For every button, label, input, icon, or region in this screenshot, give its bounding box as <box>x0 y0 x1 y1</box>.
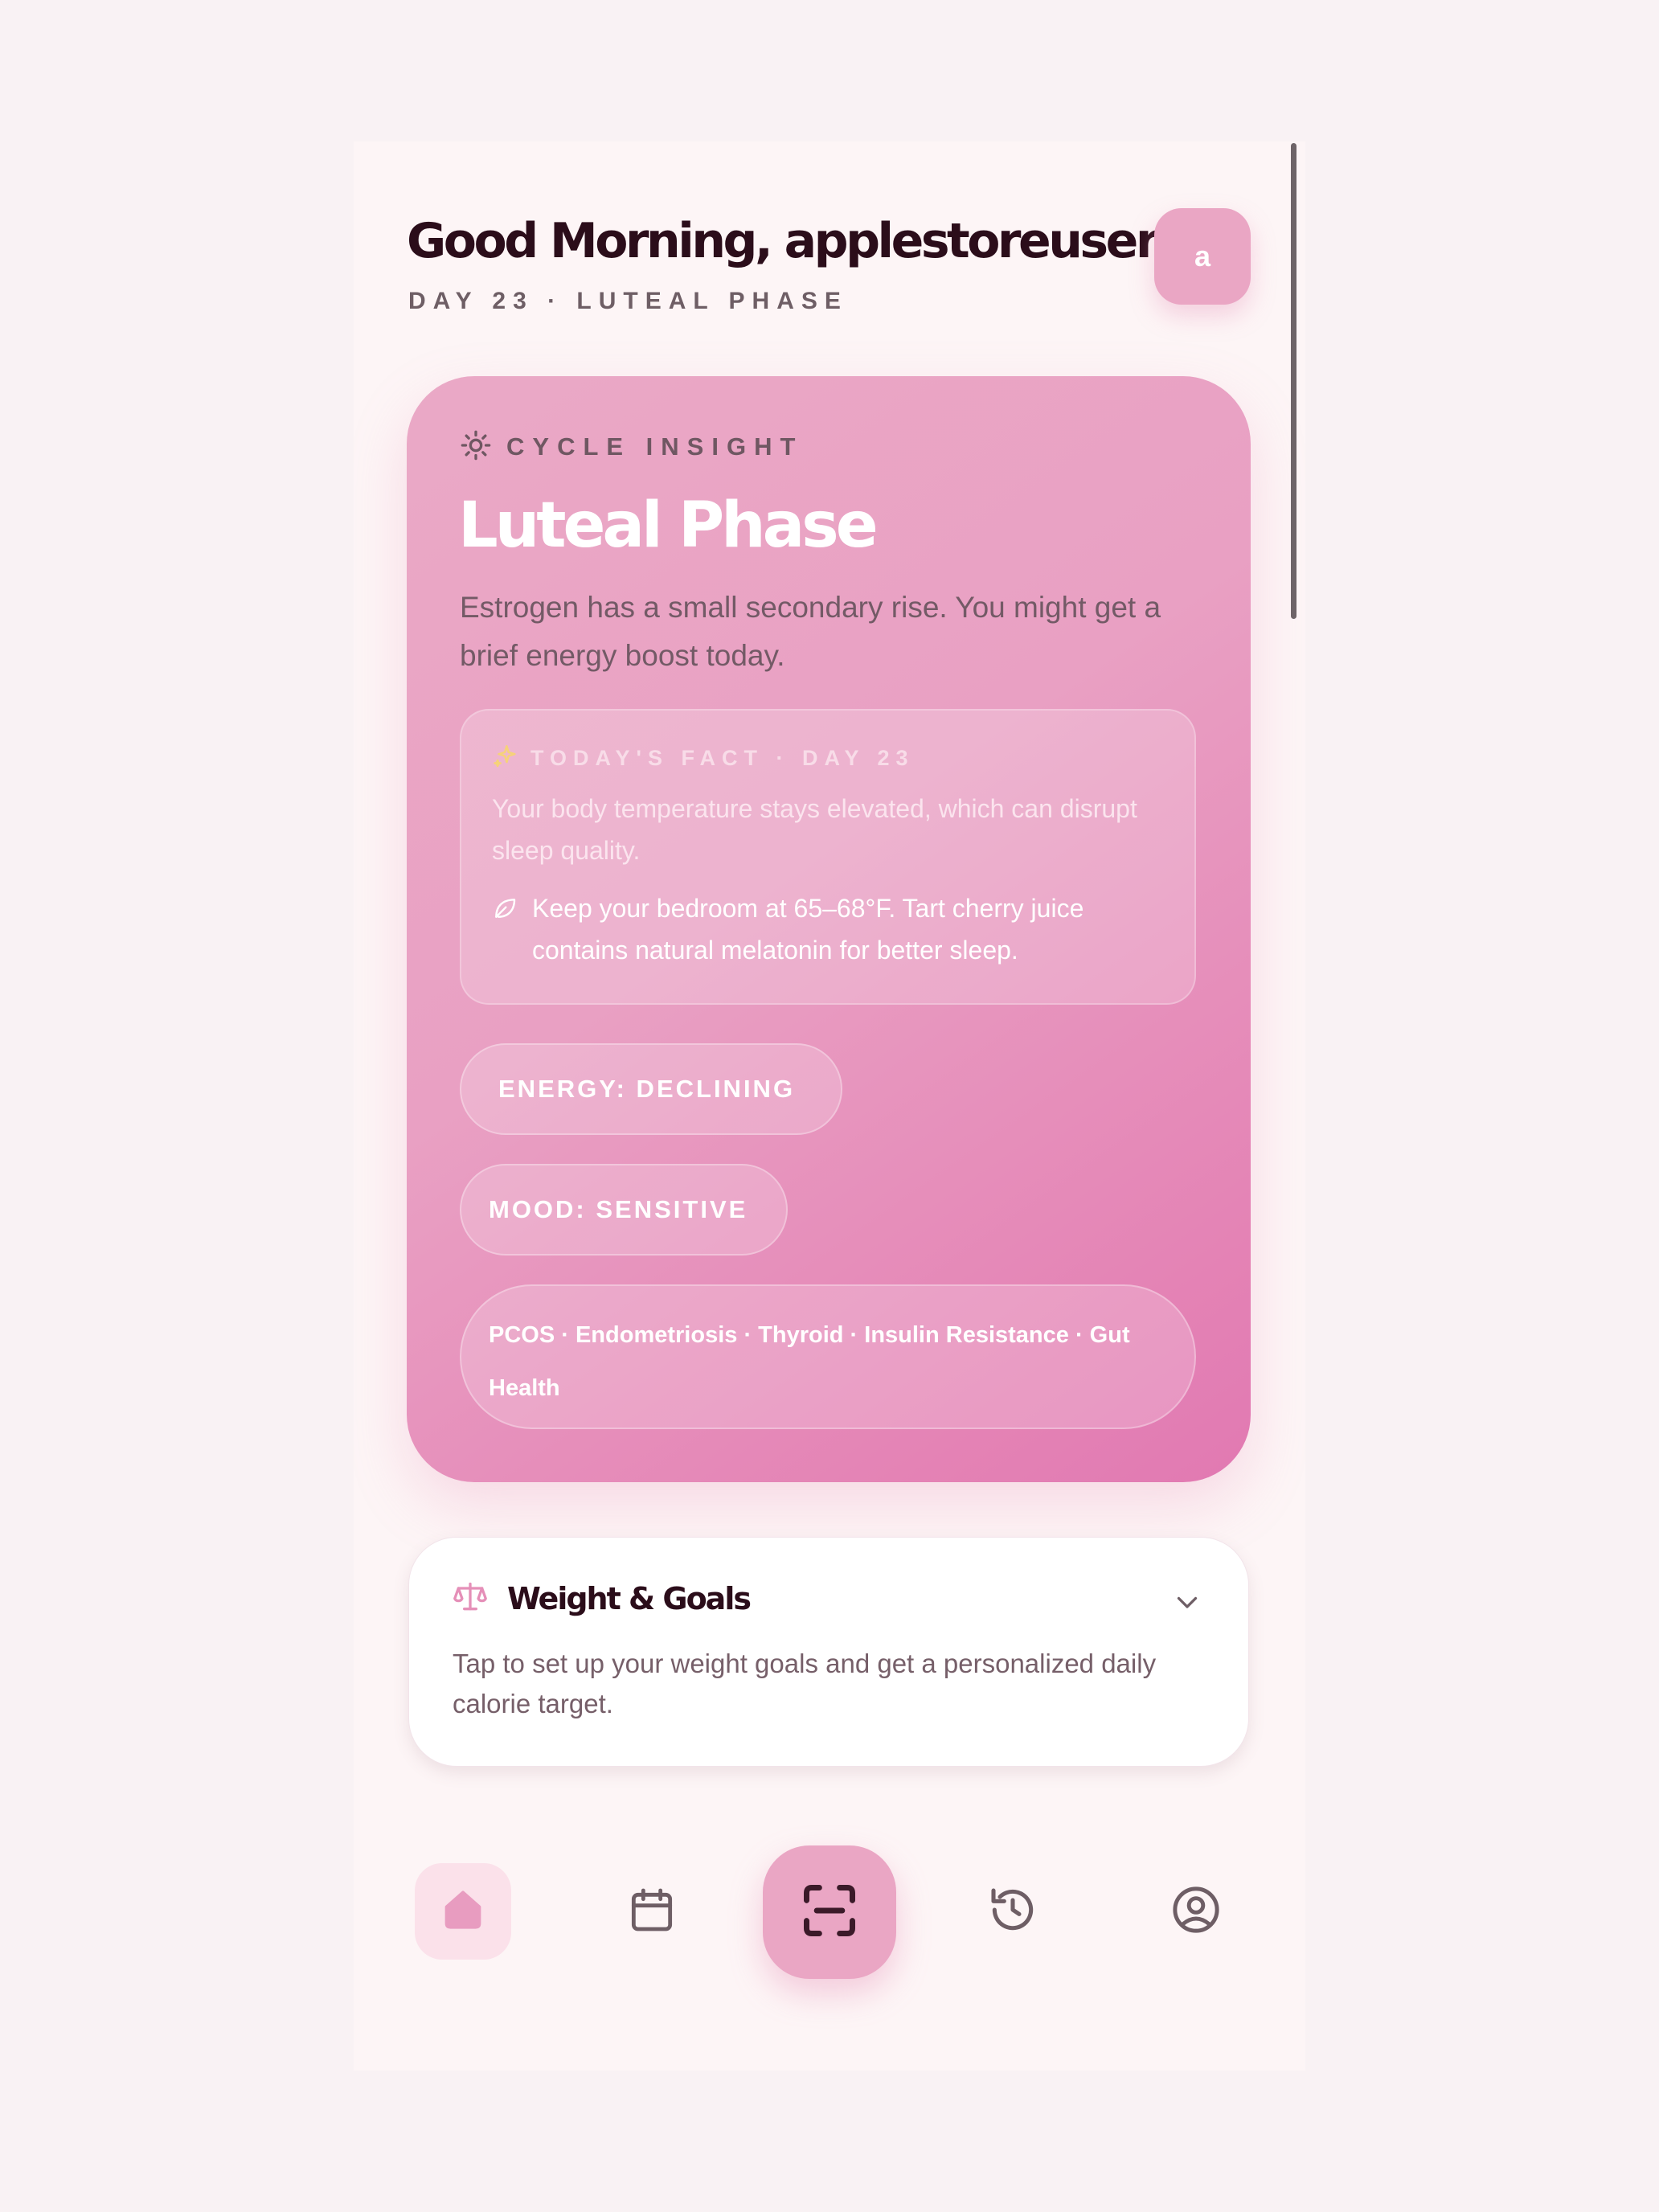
home-icon <box>440 1886 486 1936</box>
cycle-insight-card: CYCLE INSIGHT Luteal Phase Estrogen has … <box>407 376 1251 1482</box>
todays-fact-text: Your body temperature stays elevated, wh… <box>492 794 1137 865</box>
mood-status-pill: MOOD: SENSITIVE <box>460 1164 788 1256</box>
cycle-insight-header: CYCLE INSIGHT <box>460 429 803 465</box>
phase-description: Estrogen has a small secondary rise. You… <box>460 591 1161 672</box>
sun-icon <box>460 429 492 465</box>
phase-title: Luteal Phase <box>458 490 879 562</box>
scrollbar[interactable] <box>1291 143 1296 619</box>
conditions-pill: PCOS · Endometriosis · Thyroid · Insulin… <box>460 1284 1196 1429</box>
todays-fact-header: TODAY'S FACT · DAY 23 <box>492 743 915 773</box>
sleep-tip-text: Keep your bedroom at 65–68°F. Tart cherr… <box>532 894 1084 965</box>
weight-goals-title: Weight & Goals <box>507 1581 752 1616</box>
mood-status-label: MOOD: SENSITIVE <box>489 1195 748 1223</box>
profile-icon <box>1169 1883 1223 1940</box>
history-icon <box>987 1884 1038 1939</box>
avatar-letter: a <box>1194 240 1211 272</box>
app-screen: Good Morning, applestoreuser DAY 23 · LU… <box>354 141 1305 2071</box>
energy-status-pill: ENERGY: DECLINING <box>460 1043 842 1135</box>
weight-goals-description: Tap to set up your weight goals and get … <box>453 1649 1157 1718</box>
scan-icon <box>799 1880 860 1944</box>
weight-goals-header: Weight & Goals <box>453 1579 752 1618</box>
scale-icon <box>453 1579 488 1618</box>
conditions-list: PCOS · Endometriosis · Thyroid · Insulin… <box>489 1322 1130 1401</box>
nav-history-button[interactable] <box>965 1863 1061 1960</box>
cycle-insight-label: CYCLE INSIGHT <box>506 432 804 461</box>
weight-goals-card[interactable]: Weight & Goals Tap to set up your weight… <box>408 1537 1249 1767</box>
greeting-title: Good Morning, applestoreuser <box>407 213 1159 269</box>
nav-scan-button[interactable] <box>763 1845 896 1979</box>
avatar-button[interactable]: a <box>1154 208 1251 305</box>
cycle-day-subtitle: DAY 23 · LUTEAL PHASE <box>408 288 848 314</box>
todays-fact-box: TODAY'S FACT · DAY 23 Your body temperat… <box>460 709 1196 1005</box>
nav-profile-button[interactable] <box>1148 1863 1244 1960</box>
nav-calendar-button[interactable] <box>604 1863 700 1960</box>
chevron-down-icon[interactable] <box>1173 1587 1202 1620</box>
todays-fact-label: TODAY'S FACT · DAY 23 <box>530 745 915 770</box>
nav-home-button[interactable] <box>415 1863 511 1960</box>
sleep-tip: Keep your bedroom at 65–68°F. Tart cherr… <box>492 887 1167 971</box>
bottom-nav-bar <box>354 1809 1305 2071</box>
calendar-icon <box>626 1884 678 1939</box>
energy-status-label: ENERGY: DECLINING <box>498 1075 796 1103</box>
leaf-icon <box>492 895 518 924</box>
sparkles-icon <box>492 743 519 773</box>
